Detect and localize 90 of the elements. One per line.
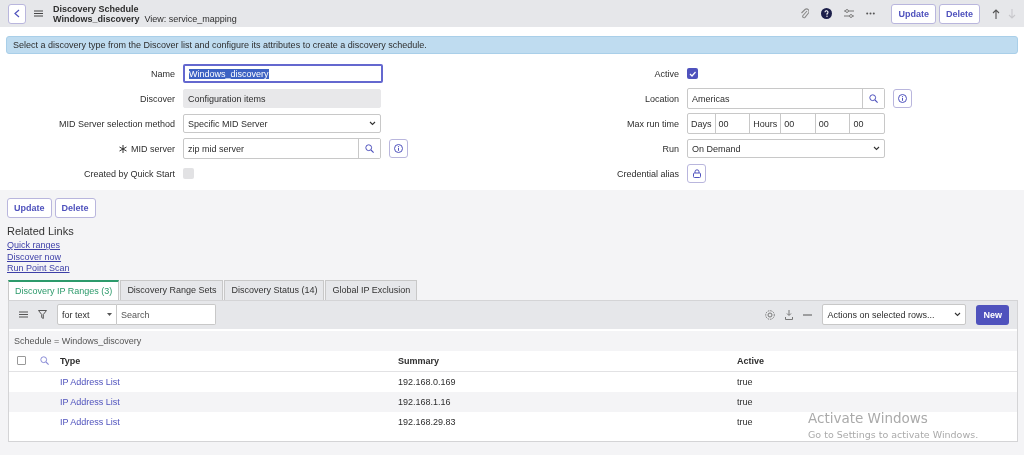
record-link[interactable]: IP Address List <box>60 416 120 427</box>
tab[interactable]: Global IP Exclusion <box>325 279 418 300</box>
filter-breadcrumb: Schedule = Windows_discovery <box>9 330 1017 351</box>
related-link[interactable]: Discover now <box>7 251 62 263</box>
check-icon <box>689 70 696 77</box>
search-button[interactable] <box>862 89 884 108</box>
duration-field[interactable]: Days 00 Hours 00 00 00 <box>687 113 885 134</box>
column-header: Type <box>60 355 82 366</box>
filter-icon[interactable] <box>38 310 47 319</box>
info-button[interactable] <box>389 139 408 158</box>
back-button[interactable] <box>8 3 26 24</box>
more-icon[interactable] <box>866 12 876 15</box>
readonly-field: Configuration items <box>183 89 381 108</box>
caret-icon <box>107 313 112 316</box>
info-message: Select a discovery type from the Discover list and configure its attributes to create a discovery schedule. <box>6 36 1018 54</box>
search-button[interactable] <box>358 139 380 158</box>
field-label: Credential alias <box>616 168 679 179</box>
paperclip-icon[interactable] <box>800 8 810 19</box>
chevron-down-icon <box>369 121 376 126</box>
field-label: Created by Quick Start <box>83 168 175 179</box>
form-button[interactable]: Update <box>7 198 52 218</box>
table-cell: 192.168.1.16 <box>398 396 451 407</box>
duration-input[interactable]: 00 <box>815 114 851 133</box>
new-button[interactable]: New <box>976 304 1009 325</box>
actions-select[interactable]: Actions on selected rows... <box>822 304 967 325</box>
form-button[interactable]: Delete <box>54 198 96 218</box>
duration-input[interactable]: 00 <box>850 114 885 133</box>
search-icon <box>365 144 374 153</box>
lock-button[interactable] <box>687 164 706 183</box>
checkbox[interactable] <box>687 68 698 79</box>
activation-message: Go to Settings to activate Windows. <box>808 429 979 440</box>
reference-field[interactable]: zip mid server <box>183 138 381 159</box>
activation-title: Activate Windows <box>808 410 929 426</box>
back-icon <box>14 9 20 18</box>
tab[interactable]: Discovery Status (14) <box>224 279 325 300</box>
record-link[interactable]: IP Address List <box>60 396 120 407</box>
up-arrow-icon[interactable] <box>992 8 1000 19</box>
select-all-checkbox[interactable] <box>17 356 26 365</box>
unit-label: Days <box>688 114 716 133</box>
checkbox[interactable] <box>183 168 194 179</box>
field-label: Active <box>654 68 679 79</box>
field-label: MID server <box>131 143 175 154</box>
view-name: View: service_mapping <box>144 13 237 24</box>
chevron-down-icon <box>954 312 962 317</box>
unit-label: Hours <box>750 114 782 133</box>
tab[interactable]: Discovery IP Ranges (3) <box>8 279 120 300</box>
help-icon[interactable] <box>821 8 833 19</box>
field-label: Name <box>151 68 175 79</box>
form-title: Discovery Schedule <box>53 3 139 14</box>
info-icon <box>394 144 403 153</box>
download-icon[interactable] <box>785 309 794 320</box>
field-label: MID Server selection method <box>58 118 175 129</box>
tab[interactable]: Discovery Range Sets <box>120 279 224 300</box>
field-label: Max run time <box>627 118 679 129</box>
form-button[interactable]: Update <box>891 3 936 24</box>
table-cell: true <box>737 396 753 407</box>
menu-icon[interactable] <box>34 10 43 17</box>
text-field[interactable]: Windows_discovery <box>183 64 383 83</box>
settings-icon[interactable] <box>765 309 776 320</box>
form-button[interactable]: Delete <box>939 3 980 24</box>
record-link[interactable]: IP Address List <box>60 376 120 387</box>
reference-field[interactable]: Americas <box>687 88 885 109</box>
info-button[interactable] <box>893 89 912 108</box>
duration-input[interactable]: 00 <box>715 114 751 133</box>
menu-icon[interactable] <box>19 311 28 318</box>
column-header: Summary <box>398 355 441 366</box>
field-label: Discover <box>140 93 175 104</box>
field-label: Run <box>662 143 679 154</box>
search-icon <box>869 94 878 103</box>
select-field[interactable]: On Demand <box>687 139 885 158</box>
table-cell: 192.168.29.83 <box>398 416 456 427</box>
sliders-icon[interactable] <box>844 9 855 18</box>
info-icon <box>898 94 907 103</box>
filter-select[interactable]: for text <box>57 304 117 325</box>
column-header: Active <box>737 355 765 366</box>
field-label: Location <box>644 93 679 104</box>
table-cell: true <box>737 416 753 427</box>
related-link[interactable]: Quick ranges <box>7 240 61 252</box>
duration-input[interactable]: 00 <box>781 114 816 133</box>
record-name: Windows_discovery <box>53 13 140 24</box>
search-icon <box>40 356 49 365</box>
related-link[interactable]: Run Point Scan <box>7 263 70 275</box>
table-cell: 192.168.0.169 <box>398 376 456 387</box>
search-field[interactable]: Search <box>117 304 216 325</box>
chevron-down-icon <box>873 146 880 151</box>
table-cell: true <box>737 376 753 387</box>
select-field[interactable]: Specific MID Server <box>183 114 381 133</box>
collapse-icon[interactable] <box>803 313 813 316</box>
lock-icon <box>692 169 701 178</box>
section-heading: Related Links <box>7 225 75 237</box>
